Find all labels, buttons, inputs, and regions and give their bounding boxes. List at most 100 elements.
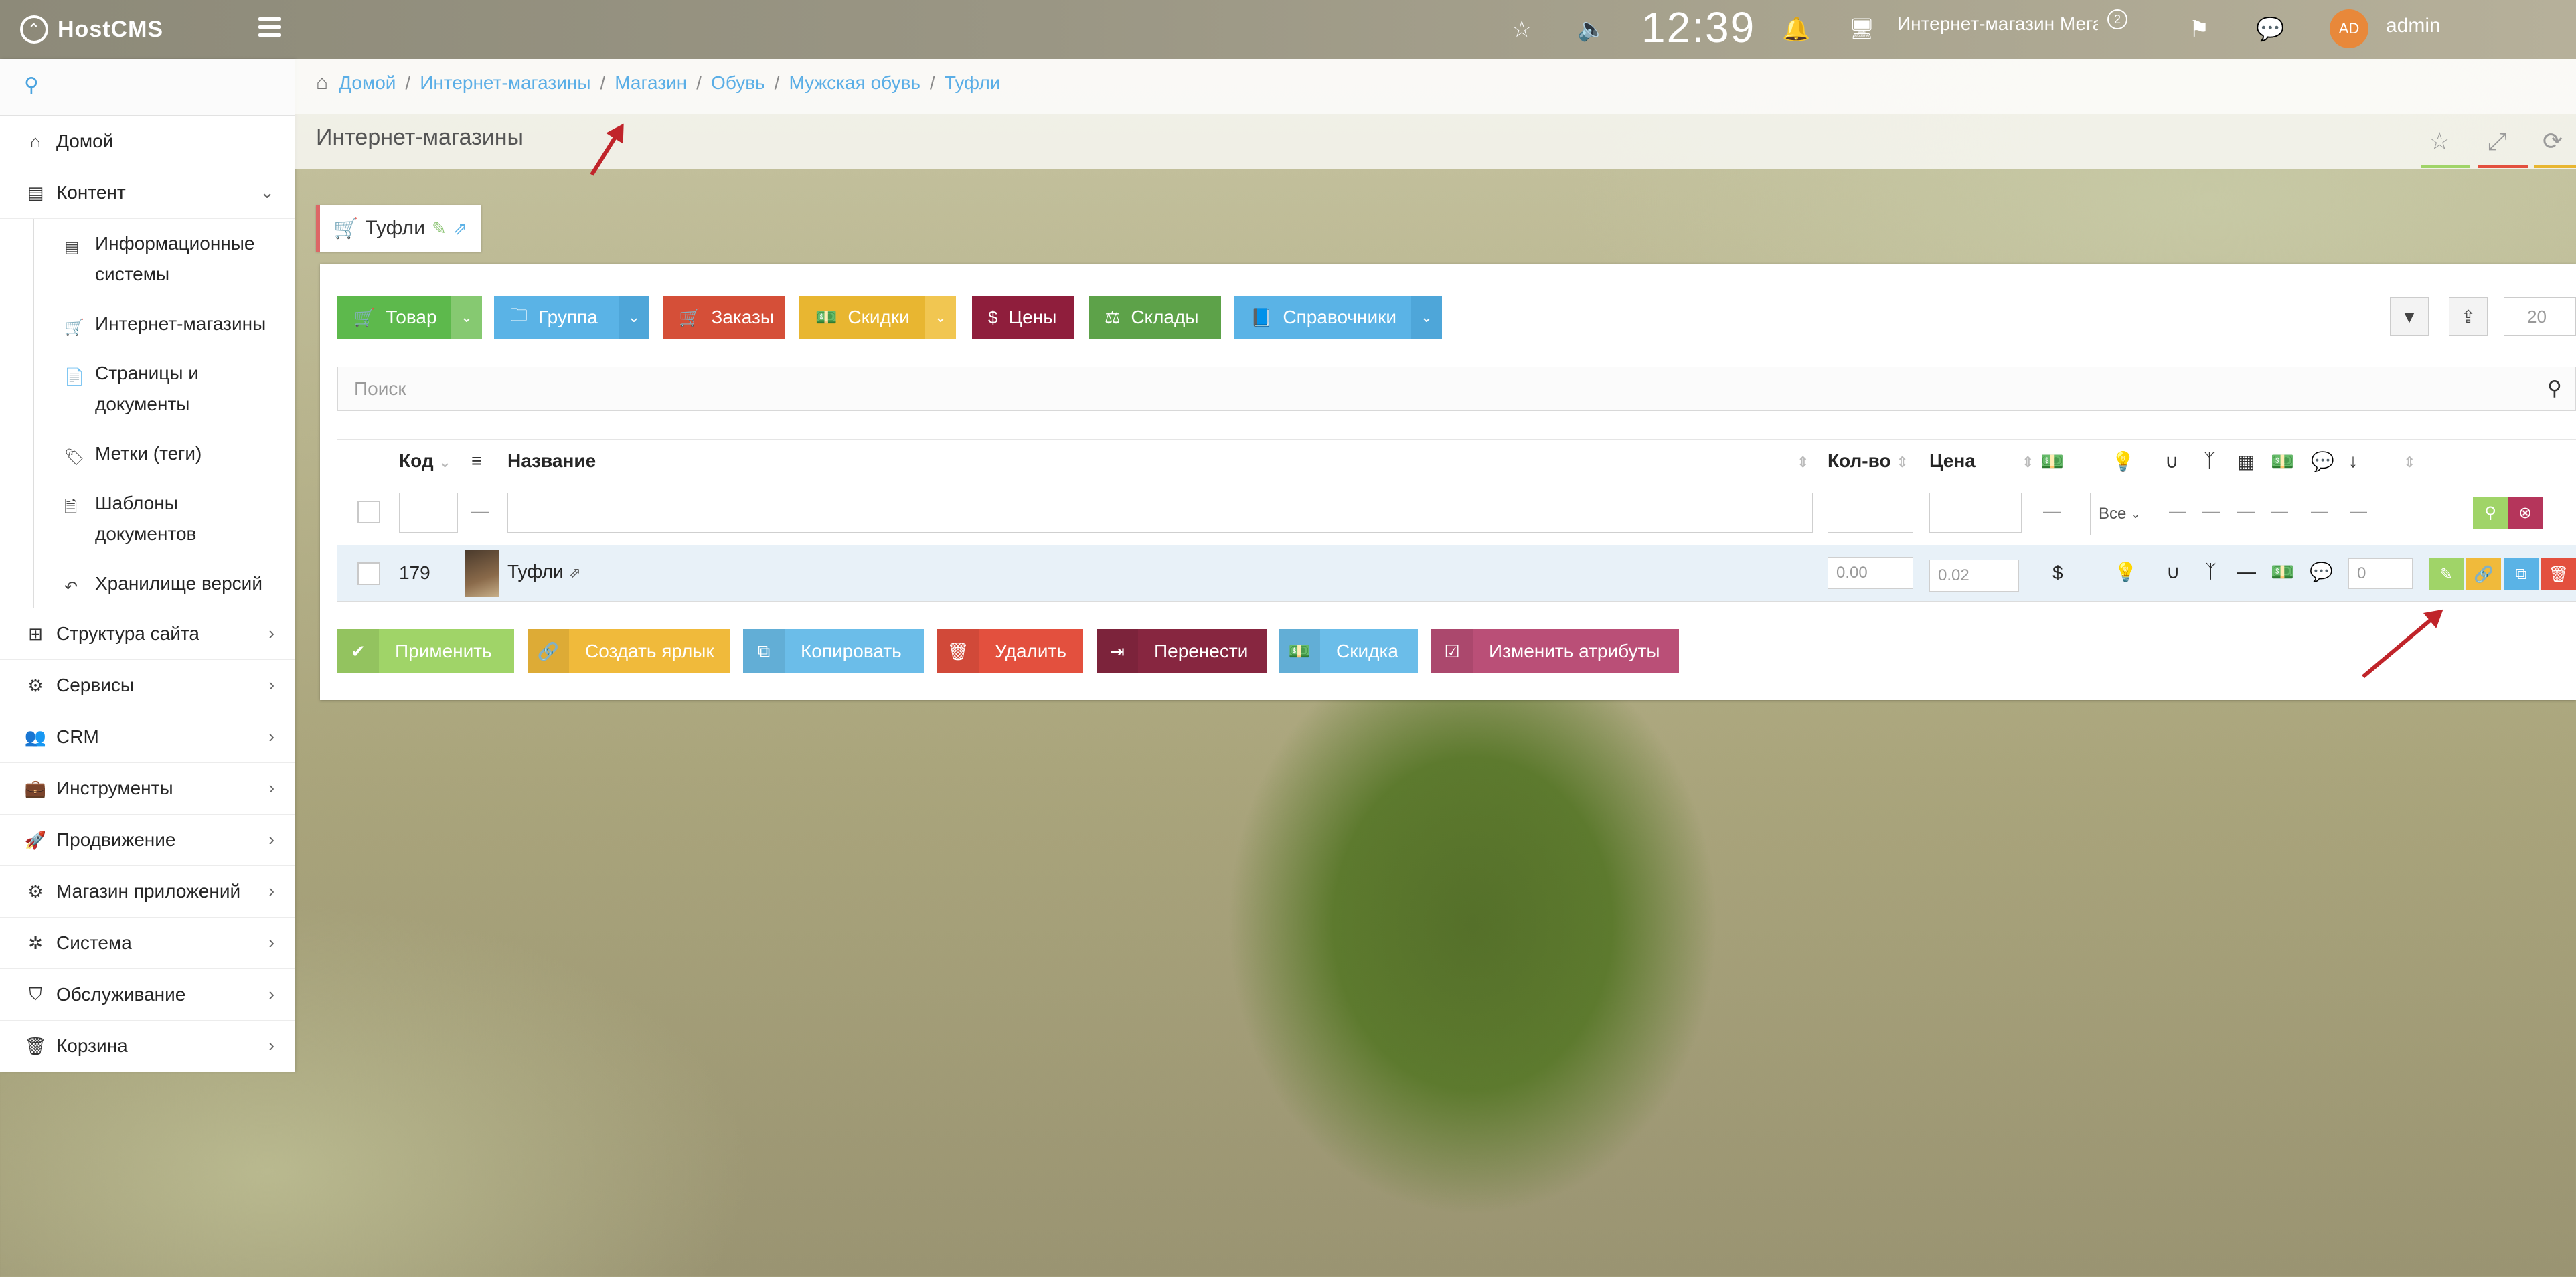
refresh-icon[interactable]: ⟳ [2543,127,2563,155]
table-row[interactable]: 179 Туфли ⇗ 0.00 0.02 $ 💡 ∪ ᛉ — 💵 💬 0 ✎ … [337,545,2576,602]
tab-shoes[interactable]: 🛒 Туфли ✎ ⇗ [316,205,481,252]
sidebar-item-app-store[interactable]: ⚙ Магазин приложений › [0,866,295,918]
apply-button[interactable]: ✔ Применить [337,629,514,673]
row-qty-input[interactable]: 0.00 [1828,557,1913,589]
breadcrumb-mens-shoes[interactable]: Мужская обувь [789,72,921,93]
product-thumbnail[interactable] [465,550,499,597]
column-name[interactable]: Название [507,450,596,472]
filter-name-input[interactable] [507,493,1813,533]
menu-toggle-icon[interactable] [258,17,281,40]
create-shortcut-button[interactable]: 🔗 Создать ярлык [528,629,730,673]
search-input[interactable]: Поиск ⚲ [337,367,2576,411]
sort-icon[interactable]: ⇕ [2403,450,2415,472]
reference-button[interactable]: 📘 Справочники ⌄ [1234,296,1442,339]
row-name[interactable]: Туфли ⇗ [507,561,581,582]
filter-search-button[interactable]: ⚲ [2473,497,2508,529]
logo[interactable]: ⌃ HostCMS [20,12,163,47]
external-link-icon[interactable]: ⇗ [453,218,468,239]
filter-active-select[interactable]: Все ⌄ [2090,493,2154,535]
copy-action-button[interactable]: ⧉ Копировать [743,629,924,673]
export-icon[interactable]: ⇪ [2449,297,2488,336]
discounts-button[interactable]: 💵 Скидки ⌄ [799,296,956,339]
shortcut-button[interactable]: 🔗 [2466,558,2501,590]
prices-button[interactable]: $ Цены [972,296,1074,339]
star-icon[interactable]: ☆ [1512,16,1532,43]
sidebar-item-crm[interactable]: 👥 CRM › [0,711,295,763]
move-button[interactable]: ⇥ Перенести [1097,629,1267,673]
filter-qty-input[interactable] [1828,493,1913,533]
row-price-input[interactable]: 0.02 [1929,560,2019,592]
bell-icon[interactable]: 🔔 [1782,16,1810,43]
sidebar-item-promotion[interactable]: 🚀 Продвижение › [0,815,295,866]
select-all-checkbox[interactable] [357,501,380,523]
discount-action-button[interactable]: 💵 Скидка [1279,629,1418,673]
column-price[interactable]: Цена [1929,450,1976,472]
orders-button[interactable]: 🛒 Заказы [663,296,785,339]
sidebar-item-structure[interactable]: ⊞ Структура сайта › [0,608,295,660]
sort-icon: ⌄ [438,454,451,471]
user-name[interactable]: admin [2386,15,2441,37]
chevron-down-icon[interactable]: ⌄ [619,296,649,339]
sidebar-subitem-information-systems[interactable]: ▤ Информационные системы [0,219,295,299]
sidebar-search[interactable]: ⚲ [0,59,295,116]
filter-icon[interactable]: ▼ [2390,297,2429,336]
sidebar-subitem-templates[interactable]: 🗎 Шаблоны документов [0,479,295,559]
row-checkbox[interactable] [357,562,380,585]
chevron-down-icon[interactable]: ⌄ [925,296,956,339]
column-qty[interactable]: Кол-во ⇕ [1828,450,1909,472]
sidebar-item-content[interactable]: ▤ Контент ⌄ [0,167,295,219]
sidebar-subitem-shops[interactable]: 🛒 Интернет-магазины [0,299,295,349]
cart-icon: 🛒 [64,319,84,337]
site-selector[interactable]: Интернет-магазин Мега [1897,13,2098,35]
breadcrumb-home[interactable]: Домой [339,72,396,93]
sidebar-item-maintenance[interactable]: ⛉ Обслуживание › [0,969,295,1021]
breadcrumb-shoes[interactable]: Обувь [711,72,765,93]
chevron-down-icon[interactable]: ⌄ [1411,296,1442,339]
group-button[interactable]: 🗀 Группа ⌄ [494,296,649,339]
copy-button[interactable]: ⧉ [2504,558,2539,590]
edit-icon[interactable]: ✎ [432,218,447,239]
delete-action-button[interactable]: 🗑 Удалить [937,629,1083,673]
row-sort-input[interactable]: 0 [2348,558,2413,589]
sidebar-item-home[interactable]: ⌂ Домой [0,116,295,167]
fullscreen-icon[interactable]: ⤢ [2488,127,2507,156]
sidebar-item-trash[interactable]: 🗑 Корзина › [0,1021,295,1072]
chevron-right-icon: › [268,778,274,798]
comments-icon[interactable]: 💬 [2310,561,2333,583]
sidebar-subitem-pages[interactable]: 📄 Страницы и документы [0,349,295,429]
chevron-down-icon[interactable]: ⌄ [451,296,482,339]
sidebar-item-services[interactable]: ⚙ Сервисы › [0,660,295,711]
sidebar-subitem-versions[interactable]: ↶ Хранилище версий [0,559,295,608]
breadcrumb-shops[interactable]: Интернет-магазины [420,72,590,93]
sidebar-subitem-tags[interactable]: 🏷 Метки (теги) [0,429,295,479]
breadcrumb-current[interactable]: Туфли [945,72,1001,93]
sidebar-item-tools[interactable]: 💼 Инструменты › [0,763,295,815]
edit-button[interactable]: ✎ [2429,558,2464,590]
avatar[interactable]: AD [2330,9,2368,48]
filter-price-input[interactable] [1929,493,2022,533]
monitor-icon[interactable]: 🖥 [1849,17,1874,41]
product-button[interactable]: 🛒 Товар ⌄ [337,296,482,339]
money-icon[interactable]: 💵 [2271,561,2294,583]
star-icon[interactable]: ☆ [2429,127,2450,155]
fork-icon[interactable]: ᛉ [2205,561,2217,582]
column-code[interactable]: Код ⌄ [399,450,451,472]
change-attributes-button[interactable]: ☑ Изменить атрибуты [1431,629,1679,673]
chat-icon[interactable]: 💬 [2256,16,2284,43]
page-size-select[interactable]: 20 [2504,297,2576,336]
sort-icon[interactable]: ⇕ [1797,450,1809,472]
warehouses-button[interactable]: ⚖ Склады [1089,296,1221,339]
filter-clear-button[interactable]: ⊗ [2508,497,2543,529]
lightbulb-icon[interactable]: 💡 [2114,561,2138,583]
volume-icon[interactable]: 🔈 [1577,16,1605,43]
delete-button[interactable]: 🗑 [2541,558,2576,590]
search-icon[interactable]: ⚲ [2547,377,2562,400]
sort-icon[interactable]: ⇕ [2022,450,2034,472]
breadcrumb-shop[interactable]: Магазин [615,72,687,93]
filter-code-input[interactable] [399,493,458,533]
sidebar-item-system[interactable]: ✲ Система › [0,918,295,969]
flag-icon[interactable]: ⚑ [2189,16,2209,43]
home-icon[interactable]: ⌂ [316,72,328,94]
external-link-icon[interactable]: ⇗ [568,564,580,581]
magnet-icon[interactable]: ∪ [2166,561,2180,583]
